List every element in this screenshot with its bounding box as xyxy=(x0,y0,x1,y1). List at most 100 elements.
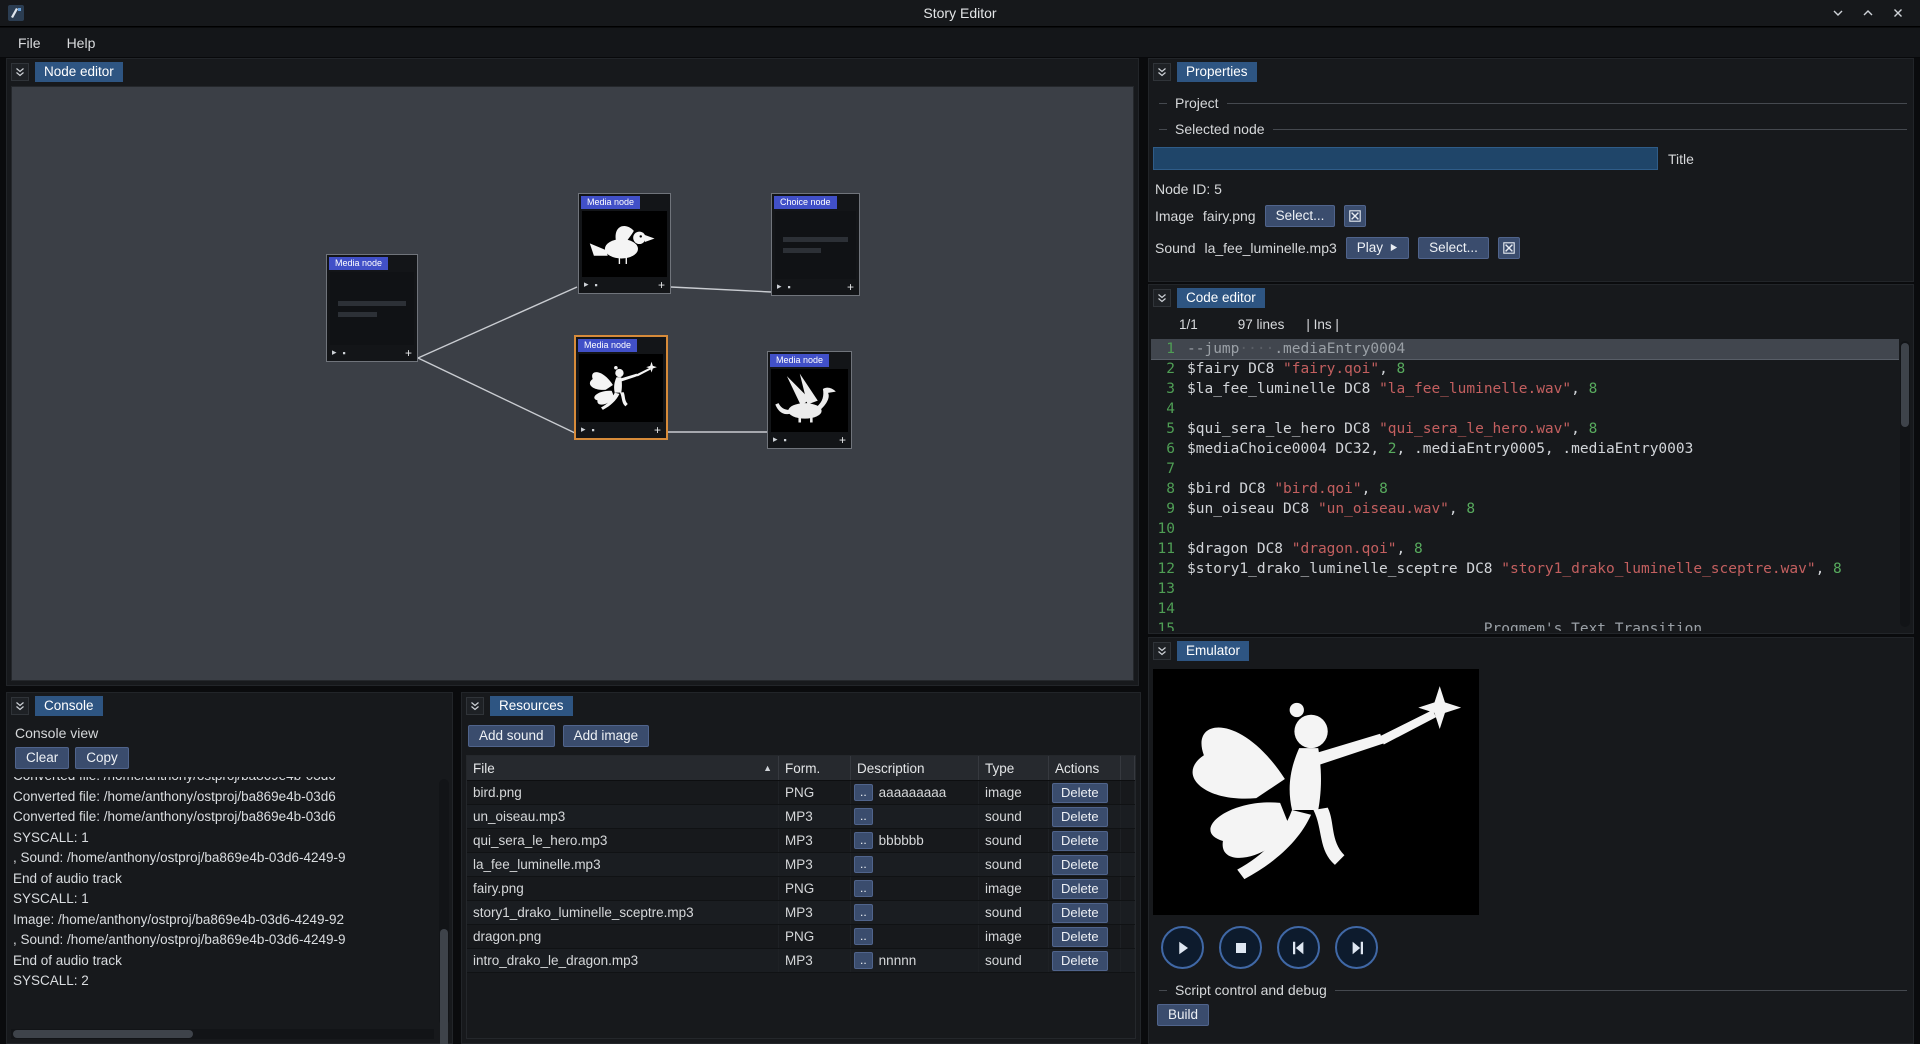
node-add-button[interactable]: + xyxy=(405,346,412,360)
code-line[interactable]: 10 xyxy=(1151,519,1899,539)
media-node-bird[interactable]: Media node▸▪+ xyxy=(578,193,671,294)
sound-play-button[interactable]: Play xyxy=(1346,237,1409,259)
column-header-description[interactable]: Description xyxy=(851,756,979,780)
media-node-start[interactable]: Media node▸▪+ xyxy=(326,254,418,362)
image-clear-button[interactable] xyxy=(1344,205,1366,227)
window-close-button[interactable] xyxy=(1886,3,1910,23)
code-text-area[interactable]: 1--jump····.mediaEntry00042$fairy DC8 "f… xyxy=(1151,339,1899,631)
delete-button[interactable]: Delete xyxy=(1052,783,1108,803)
add-sound-button[interactable]: Add sound xyxy=(468,725,555,747)
column-header-actions[interactable]: Actions xyxy=(1049,756,1121,780)
column-header-form[interactable]: Form. xyxy=(779,756,851,780)
node-play-icon[interactable]: ▸ xyxy=(584,279,589,290)
code-line[interactable]: 7 xyxy=(1151,459,1899,479)
build-button[interactable]: Build xyxy=(1157,1004,1209,1026)
code-line[interactable]: 6$mediaChoice0004 DC32, 2, .mediaEntry00… xyxy=(1151,439,1899,459)
code-line[interactable]: 1--jump····.mediaEntry0004 xyxy=(1151,339,1899,359)
clear-button[interactable]: Clear xyxy=(15,747,69,769)
code-line[interactable]: 14 xyxy=(1151,599,1899,619)
code-line[interactable]: 4 xyxy=(1151,399,1899,419)
collapse-icon[interactable] xyxy=(1153,642,1171,660)
play-button[interactable] xyxy=(1161,926,1204,969)
delete-button[interactable]: Delete xyxy=(1052,807,1108,827)
stop-button[interactable] xyxy=(1219,926,1262,969)
table-row[interactable]: qui_sera_le_hero.mp3MP3..bbbbbbsoundDele… xyxy=(467,829,1135,853)
table-row[interactable]: un_oiseau.mp3MP3..soundDelete xyxy=(467,805,1135,829)
column-header-type[interactable]: Type xyxy=(979,756,1049,780)
description-edit-button[interactable]: .. xyxy=(854,784,873,801)
description-edit-button[interactable]: .. xyxy=(854,880,873,897)
description-edit-button[interactable]: .. xyxy=(854,832,873,849)
node-stop-icon[interactable]: ▪ xyxy=(784,435,787,445)
delete-button[interactable]: Delete xyxy=(1052,903,1108,923)
step-back-button[interactable] xyxy=(1277,926,1320,969)
description-edit-button[interactable]: .. xyxy=(854,904,873,921)
column-header-file[interactable]: File▲ xyxy=(467,756,779,780)
table-row[interactable]: bird.pngPNG..aaaaaaaaaimageDelete xyxy=(467,781,1135,805)
table-row[interactable]: dragon.pngPNG..imageDelete xyxy=(467,925,1135,949)
copy-button[interactable]: Copy xyxy=(75,747,129,769)
scrollbar-thumb[interactable] xyxy=(13,1030,193,1038)
scrollbar-thumb[interactable] xyxy=(440,929,448,1044)
description-edit-button[interactable]: .. xyxy=(854,856,873,873)
code-line[interactable]: 11$dragon DC8 "dragon.qoi", 8 xyxy=(1151,539,1899,559)
collapse-icon[interactable] xyxy=(11,63,29,81)
console-log[interactable]: Converted file: /home/anthony/ostproj/ba… xyxy=(13,777,434,1025)
node-play-icon[interactable]: ▸ xyxy=(332,347,337,358)
code-vertical-scrollbar[interactable] xyxy=(1900,341,1910,627)
node-play-icon[interactable]: ▸ xyxy=(773,434,778,445)
delete-button[interactable]: Delete xyxy=(1052,879,1108,899)
choice-node[interactable]: Choice node▸▪+ xyxy=(771,193,860,296)
media-node-dragon[interactable]: Media node▸▪+ xyxy=(767,351,852,449)
menu-file[interactable]: File xyxy=(6,31,53,55)
code-line[interactable]: 12$story1_drako_luminelle_sceptre DC8 "s… xyxy=(1151,559,1899,579)
node-add-button[interactable]: + xyxy=(658,278,665,292)
delete-button[interactable]: Delete xyxy=(1052,831,1108,851)
add-image-button[interactable]: Add image xyxy=(563,725,650,747)
node-add-button[interactable]: + xyxy=(847,280,854,294)
window-minimize-button[interactable] xyxy=(1826,3,1850,23)
code-line[interactable]: 2$fairy DC8 "fairy.qoi", 8 xyxy=(1151,359,1899,379)
window-maximize-button[interactable] xyxy=(1856,3,1880,23)
table-row[interactable]: intro_drako_le_dragon.mp3MP3..nnnnnsound… xyxy=(467,949,1135,973)
sound-select-button[interactable]: Select... xyxy=(1418,237,1489,259)
node-add-button[interactable]: + xyxy=(839,433,846,447)
title-input[interactable] xyxy=(1153,147,1658,170)
description-edit-button[interactable]: .. xyxy=(854,808,873,825)
table-row[interactable]: fairy.pngPNG..imageDelete xyxy=(467,877,1135,901)
code-line[interactable]: 3$la_fee_luminelle DC8 "la_fee_luminelle… xyxy=(1151,379,1899,399)
node-stop-icon[interactable]: ▪ xyxy=(788,282,791,292)
description-edit-button[interactable]: .. xyxy=(854,928,873,945)
code-line[interactable]: 8$bird DC8 "bird.qoi", 8 xyxy=(1151,479,1899,499)
collapse-icon[interactable] xyxy=(1153,63,1171,81)
code-line[interactable]: 9$un_oiseau DC8 "un_oiseau.wav", 8 xyxy=(1151,499,1899,519)
table-row[interactable]: la_fee_luminelle.mp3MP3..soundDelete xyxy=(467,853,1135,877)
sound-clear-button[interactable] xyxy=(1498,237,1520,259)
code-line[interactable]: 15 Progmem's Text Transition xyxy=(1151,619,1899,631)
console-vertical-scrollbar[interactable] xyxy=(439,779,449,1025)
collapse-icon[interactable] xyxy=(1153,289,1171,307)
description-edit-button[interactable]: .. xyxy=(854,952,873,969)
scrollbar-thumb[interactable] xyxy=(1901,343,1909,427)
collapse-icon[interactable] xyxy=(466,697,484,715)
menu-help[interactable]: Help xyxy=(55,31,108,55)
group-label-selected-node: Selected node xyxy=(1175,121,1265,137)
step-forward-button[interactable] xyxy=(1335,926,1378,969)
image-select-button[interactable]: Select... xyxy=(1265,205,1336,227)
node-add-button[interactable]: + xyxy=(654,423,661,437)
node-stop-icon[interactable]: ▪ xyxy=(595,280,598,290)
node-graph-canvas[interactable]: Media node▸▪+Media node▸▪+Choice node▸▪+… xyxy=(11,86,1134,681)
code-line[interactable]: 5$qui_sera_le_hero DC8 "qui_sera_le_hero… xyxy=(1151,419,1899,439)
node-stop-icon[interactable]: ▪ xyxy=(592,425,595,435)
delete-button[interactable]: Delete xyxy=(1052,951,1108,971)
table-row[interactable]: story1_drako_luminelle_sceptre.mp3MP3..s… xyxy=(467,901,1135,925)
node-play-icon[interactable]: ▸ xyxy=(581,424,586,435)
delete-button[interactable]: Delete xyxy=(1052,855,1108,875)
collapse-icon[interactable] xyxy=(11,697,29,715)
console-horizontal-scrollbar[interactable] xyxy=(11,1029,434,1039)
code-line[interactable]: 13 xyxy=(1151,579,1899,599)
node-play-icon[interactable]: ▸ xyxy=(777,281,782,292)
delete-button[interactable]: Delete xyxy=(1052,927,1108,947)
media-node-fairy[interactable]: Media node▸▪+ xyxy=(575,336,667,439)
node-stop-icon[interactable]: ▪ xyxy=(343,348,346,358)
